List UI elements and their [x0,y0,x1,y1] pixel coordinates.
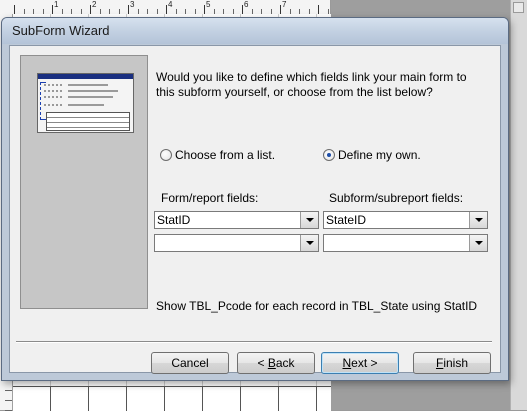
finish-button-label: Finish [435,356,469,370]
ruler-tick [5,400,12,401]
wizard-question: Would you like to define which fields li… [156,70,467,99]
dialog-client-area: Would you like to define which fields li… [9,45,501,374]
finish-button[interactable]: Finish [413,352,491,374]
form-field-combo-1[interactable]: StatID [154,211,319,229]
cancel-button-label: Cancel [171,356,209,370]
ruler-tick [280,5,281,14]
radio-choose-from-list[interactable] [160,149,172,161]
dropdown-arrow-icon[interactable] [300,235,318,251]
ruler-number: 1 [54,0,59,9]
form-fields-label: Form/report fields: [161,191,259,205]
next-button-label: Next > [342,356,378,370]
next-button[interactable]: Next > [321,352,399,374]
subform-preview-icon [46,112,130,131]
ruler-tick [242,5,243,14]
link-summary-text: Show TBL_Pcode for each record in TBL_St… [156,299,478,313]
form-field-combo-2[interactable] [154,234,319,252]
radio-define-my-own[interactable] [323,149,335,161]
ruler-number: 7 [282,0,287,9]
ruler-number: 2 [92,0,97,9]
dialog-title-bar[interactable]: SubForm Wizard [2,18,508,44]
subform-field-combo-2[interactable] [323,234,488,252]
dialog-title: SubForm Wizard [12,23,110,38]
option-label-choose-from-list[interactable]: Choose from a list. [175,148,275,162]
ruler-number: 4 [168,0,173,9]
ruler-tick [128,5,129,14]
form-design-cells[interactable] [13,386,331,411]
subform-field-combo-1[interactable]: StateID [323,211,488,229]
subform-fields-label: Subform/subreport fields: [329,191,464,205]
form-preview-icon [37,73,134,133]
dropdown-arrow-icon[interactable] [300,212,318,228]
wizard-illustration [20,55,148,309]
back-button[interactable]: < Back [237,352,315,374]
ruler-number: 3 [130,0,135,9]
scroll-up-arrow[interactable] [513,2,524,13]
horizontal-ruler: 1 2 3 4 5 6 7 [0,0,424,15]
ruler-tick [90,5,91,14]
back-button-label: < Back [257,356,295,370]
subform-wizard-dialog: SubForm Wizard Would you like to define … [1,17,509,381]
dropdown-arrow-icon[interactable] [469,235,487,251]
option-choose-from-list[interactable]: Choose from a list. [160,148,275,162]
ruler-tick [204,5,205,14]
ruler-tick [318,5,319,14]
ruler-number: 5 [206,0,211,9]
link-arrow-icon [40,82,46,120]
ruler-tick [166,5,167,14]
cancel-button[interactable]: Cancel [151,352,229,374]
subform-field-value-1: StateID [326,213,367,227]
option-label-define-my-own[interactable]: Define my own. [338,148,421,162]
option-define-my-own[interactable]: Define my own. [323,148,421,162]
ruler-tick [5,390,12,391]
ruler-tick [14,5,15,14]
vertical-scrollbar[interactable] [510,0,527,410]
button-separator [16,341,492,343]
form-field-value-1: StatID [157,213,191,227]
ruler-tick [52,5,53,14]
ruler-number: 6 [244,0,249,9]
dropdown-arrow-icon[interactable] [469,212,487,228]
